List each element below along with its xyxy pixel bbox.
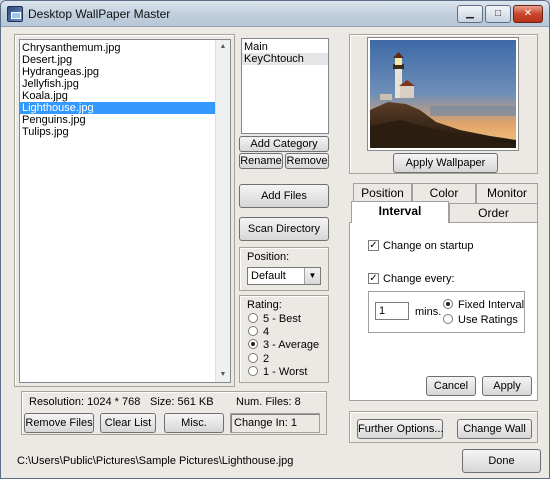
change-every-label: Change every: xyxy=(383,273,455,285)
preview-panel: Apply Wallpaper xyxy=(349,34,538,174)
rating-option-label: 3 - Average xyxy=(263,339,320,352)
radio-button-icon[interactable] xyxy=(248,365,258,376)
category-list-item[interactable]: Main xyxy=(242,41,328,53)
tab-color[interactable]: Color xyxy=(412,183,476,203)
rating-label: Rating: xyxy=(247,299,282,311)
rating-option-label: 1 - Worst xyxy=(263,365,308,378)
rating-option[interactable]: 3 - Average xyxy=(248,339,319,352)
rating-option-label: 4 xyxy=(263,326,270,339)
interval-tab-page: ✓ Change on startup ✓ Change every: 1 mi… xyxy=(349,222,538,401)
rating-option[interactable]: 1 - Worst xyxy=(248,365,308,379)
rating-option-label: 2 xyxy=(263,352,270,365)
status-path: C:\Users\Public\Pictures\Sample Pictures… xyxy=(17,455,294,467)
scroll-down-arrow-icon[interactable]: ▼ xyxy=(216,368,230,382)
tab-monitor[interactable]: Monitor xyxy=(476,183,538,203)
radio-button-icon[interactable] xyxy=(248,313,258,323)
category-list-item[interactable]: KeyChtouch xyxy=(242,53,328,65)
misc-button[interactable]: Misc. xyxy=(164,413,224,433)
add-category-button[interactable]: Add Category xyxy=(239,136,329,152)
file-list-item[interactable]: Tulips.jpg xyxy=(20,126,230,138)
info-panel: Resolution: 1024 * 768 Size: 561 KB Num.… xyxy=(21,391,327,435)
interval-value-input[interactable]: 1 xyxy=(375,302,409,320)
apply-wallpaper-button[interactable]: Apply Wallpaper xyxy=(393,153,498,173)
resolution-text: Resolution: 1024 * 768 xyxy=(29,396,141,408)
position-group: Position: Default ▼ xyxy=(239,247,329,291)
rating-option[interactable]: 4 xyxy=(248,326,269,339)
lighthouse-preview-image xyxy=(370,40,516,148)
file-list-item[interactable]: Koala.jpg xyxy=(20,90,230,102)
interval-mode-option[interactable]: Use Ratings xyxy=(443,314,518,327)
change-every-checkbox[interactable]: ✓ xyxy=(368,273,379,284)
num-files-text: Num. Files: 8 xyxy=(236,396,301,408)
tab-position[interactable]: Position xyxy=(353,183,412,203)
minimize-button[interactable]: ▁ xyxy=(457,5,483,23)
radio-button-icon[interactable] xyxy=(443,299,453,309)
file-list-item[interactable]: Jellyfish.jpg xyxy=(20,78,230,90)
position-select-value: Default xyxy=(251,270,286,282)
apply-button[interactable]: Apply xyxy=(482,376,532,396)
window-title: Desktop WallPaper Master xyxy=(28,7,171,21)
position-select[interactable]: Default ▼ xyxy=(247,267,321,285)
rating-group: Rating: 5 - Best 4 3 - Average 2 1 - Worst xyxy=(239,295,329,383)
file-list-scrollbar[interactable]: ▲ ▼ xyxy=(215,40,230,382)
done-button[interactable]: Done xyxy=(462,449,541,473)
interval-mode-label: Use Ratings xyxy=(458,314,518,326)
rating-option-label: 5 - Best xyxy=(263,313,301,325)
file-list-item[interactable]: Hydrangeas.jpg xyxy=(20,66,230,78)
tab-interval[interactable]: Interval xyxy=(351,201,449,223)
tab-order[interactable]: Order xyxy=(449,203,538,223)
remove-category-button[interactable]: Remove xyxy=(285,153,329,169)
rename-button[interactable]: Rename xyxy=(239,153,283,169)
app-icon xyxy=(7,6,23,22)
scroll-up-arrow-icon[interactable]: ▲ xyxy=(216,40,230,54)
close-button[interactable]: ✕ xyxy=(513,5,543,23)
main-window: Desktop WallPaper Master ▁ □ ✕ Chrysanth… xyxy=(0,0,550,479)
interval-mode-label: Fixed Interval xyxy=(458,299,525,311)
maximize-button[interactable]: □ xyxy=(485,5,511,23)
preview-frame xyxy=(367,37,519,151)
cancel-button[interactable]: Cancel xyxy=(426,376,476,396)
category-listbox[interactable]: Main KeyChtouch xyxy=(241,38,329,134)
file-list-item[interactable]: Penguins.jpg xyxy=(20,114,230,126)
chevron-down-icon[interactable]: ▼ xyxy=(304,268,320,284)
file-list-item[interactable]: Lighthouse.jpg xyxy=(20,102,230,114)
change-wall-button[interactable]: Change Wall xyxy=(457,419,532,439)
rating-option[interactable]: 2 xyxy=(248,352,270,366)
further-options-button[interactable]: Further Options... xyxy=(357,419,444,439)
file-listbox[interactable]: Chrysanthemum.jpg Desert.jpg Hydrangeas.jp… xyxy=(19,39,231,383)
radio-button-icon[interactable] xyxy=(248,326,258,337)
rating-option[interactable]: 5 - Best xyxy=(248,313,301,326)
file-list-panel: Chrysanthemum.jpg Desert.jpg Hydrangeas.jp… xyxy=(14,34,235,387)
interval-group: 1 mins. Fixed Interval Use Ratings xyxy=(368,291,525,333)
file-size-text: Size: 561 KB xyxy=(150,396,214,408)
interval-mode-option[interactable]: Fixed Interval xyxy=(443,299,524,312)
radio-button-icon[interactable] xyxy=(248,352,258,363)
file-list-item[interactable]: Desert.jpg xyxy=(20,54,230,66)
change-in-display: Change In: 1 xyxy=(230,413,320,433)
interval-unit-label: mins. xyxy=(415,306,442,318)
scan-directory-button[interactable]: Scan Directory xyxy=(239,217,329,241)
position-label: Position: xyxy=(247,251,290,263)
file-list-item[interactable]: Chrysanthemum.jpg xyxy=(20,42,230,54)
clear-list-button[interactable]: Clear List xyxy=(100,413,156,433)
radio-button-icon[interactable] xyxy=(248,339,258,350)
add-files-button[interactable]: Add Files xyxy=(239,184,329,208)
title-bar[interactable]: Desktop WallPaper Master ▁ □ ✕ xyxy=(1,1,549,27)
radio-button-icon[interactable] xyxy=(443,314,453,324)
further-options-panel: Further Options... Change Wall xyxy=(349,411,538,443)
change-on-startup-label: Change on startup xyxy=(383,240,474,252)
change-on-startup-checkbox[interactable]: ✓ xyxy=(368,240,379,251)
remove-files-button[interactable]: Remove Files xyxy=(24,413,94,433)
